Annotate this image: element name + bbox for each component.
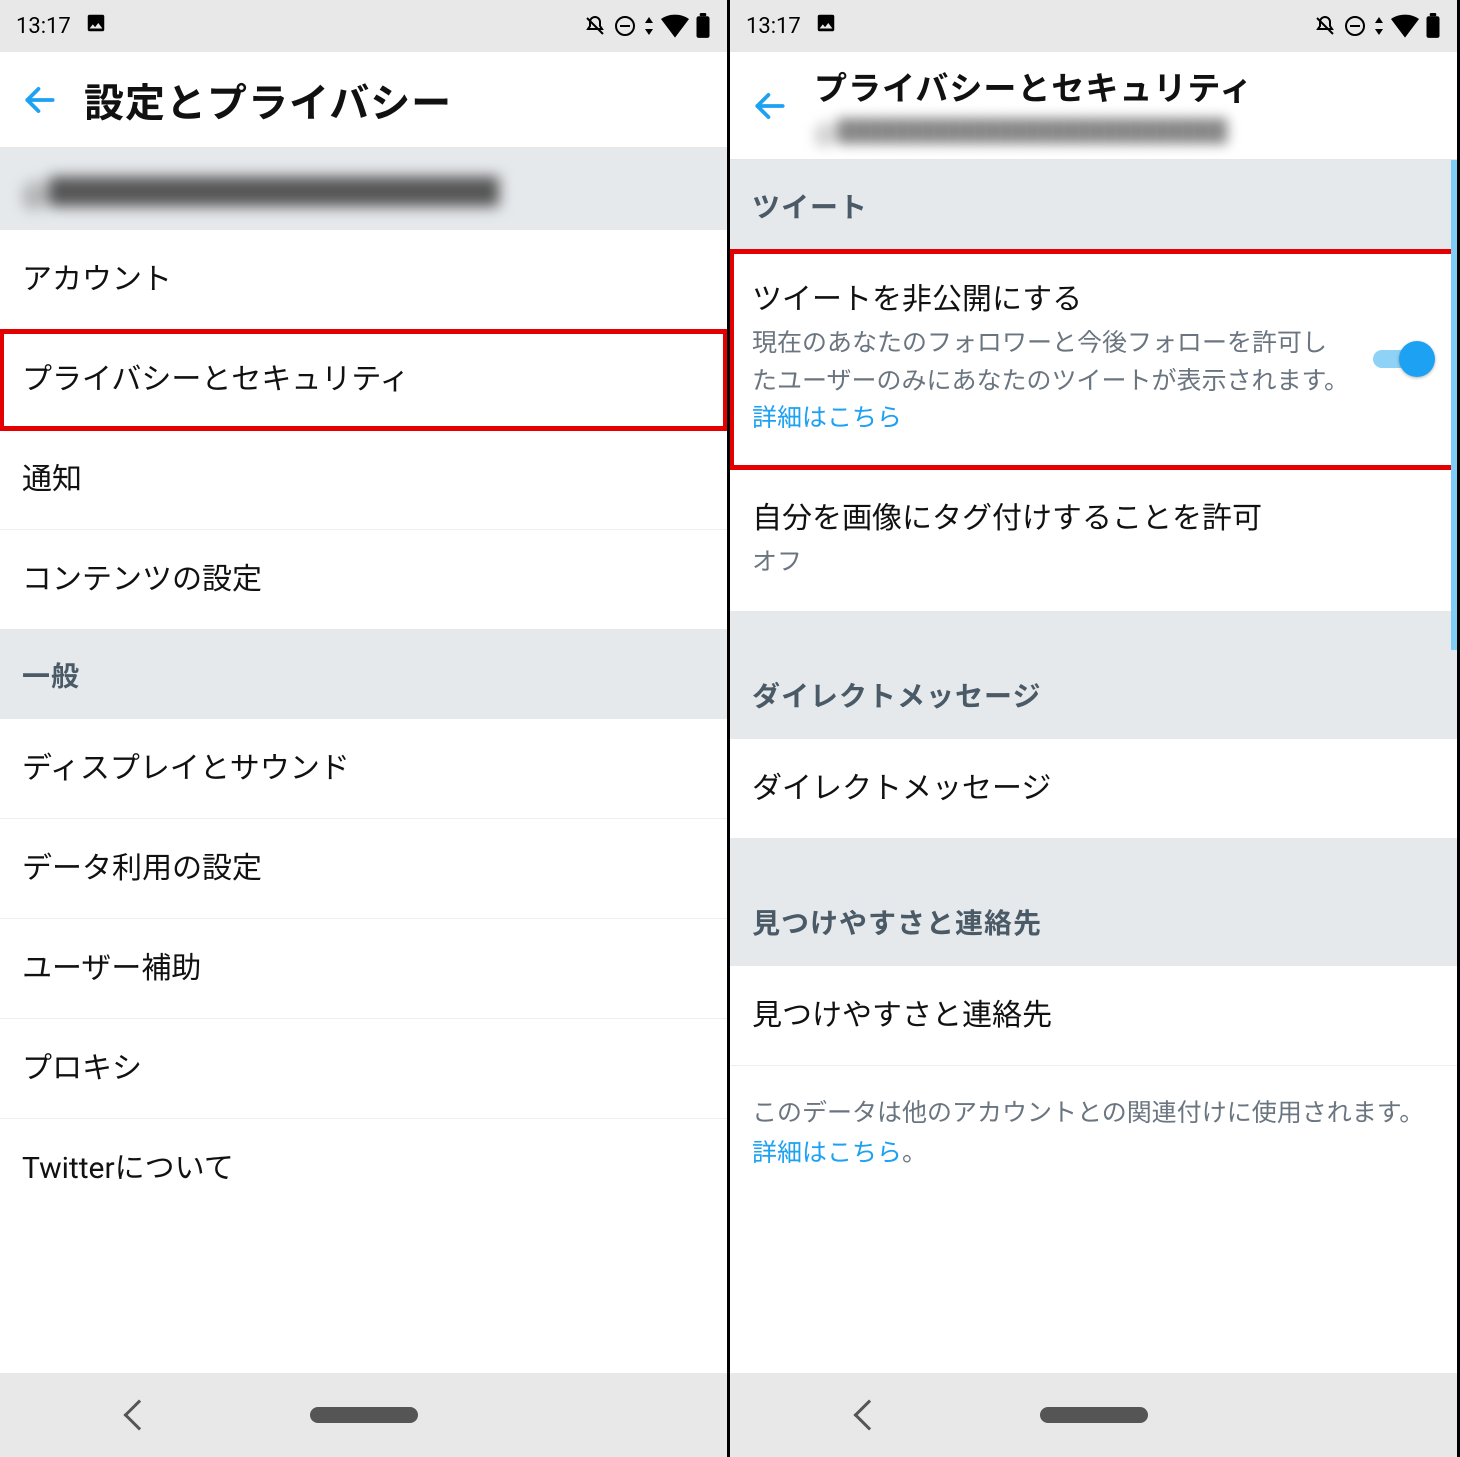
battery-icon	[1425, 13, 1441, 39]
back-arrow-icon	[751, 87, 789, 125]
protect-tweets-toggle[interactable]	[1369, 341, 1435, 377]
dnd-icon	[613, 14, 637, 38]
settings-item-data-usage[interactable]: データ利用の設定	[0, 819, 727, 919]
learn-more-link[interactable]: 詳細はこちら	[752, 404, 902, 433]
row-protect-tweets[interactable]: ツイートを非公開にする 現在のあなたのフォロワーと今後フォローを許可したユーザー…	[730, 250, 1457, 469]
settings-item-label: Twitterについて	[22, 1149, 234, 1188]
signal-icon	[1373, 14, 1385, 38]
phone-right: 13:17 プライバシーとセキュリティ @███████████████ ツイー…	[730, 0, 1460, 1457]
mute-icon	[1313, 14, 1337, 38]
wifi-icon	[1391, 14, 1419, 38]
learn-more-link[interactable]: 詳細はこちら	[752, 1139, 902, 1168]
settings-item-label: ディスプレイとサウンド	[22, 749, 350, 788]
dnd-icon	[1343, 14, 1367, 38]
mute-icon	[583, 14, 607, 38]
settings-item-proxy[interactable]: プロキシ	[0, 1019, 727, 1119]
row-subtitle: オフ	[752, 544, 1435, 582]
settings-item-privacy[interactable]: プライバシーとセキュリティ	[0, 330, 727, 430]
note-text: このデータは他のアカウントとの関連付けに使用されます。	[752, 1099, 1424, 1128]
battery-icon	[695, 13, 711, 39]
settings-item-label: プロキシ	[22, 1049, 142, 1088]
privacy-scroll[interactable]: ツイート ツイートを非公開にする 現在のあなたのフォロワーと今後フォローを許可し…	[730, 160, 1457, 1373]
row-direct-messages[interactable]: ダイレクトメッセージ	[730, 739, 1457, 838]
section-header-general: 一般	[0, 629, 727, 719]
nav-back-icon[interactable]	[853, 1399, 884, 1430]
settings-item-label: ユーザー補助	[22, 949, 201, 988]
section-header-discover: 見つけやすさと連絡先	[730, 882, 1457, 966]
row-subtitle-text: 現在のあなたのフォロワーと今後フォローを許可したユーザーのみにあなたのツイートが…	[752, 329, 1349, 396]
settings-item-notifications[interactable]: 通知	[0, 430, 727, 530]
account-handle: @███████████████	[22, 168, 705, 212]
signal-icon	[643, 14, 655, 38]
settings-item-accessibility[interactable]: ユーザー補助	[0, 919, 727, 1019]
section-header-dm: ダイレクトメッセージ	[730, 655, 1457, 739]
row-subtitle: 現在のあなたのフォロワーと今後フォローを許可したユーザーのみにあなたのツイートが…	[752, 325, 1349, 438]
page-subtitle: @███████████████	[814, 112, 1253, 149]
status-bar: 13:17	[730, 0, 1457, 52]
row-title: ダイレクトメッセージ	[752, 769, 1051, 808]
app-bar: プライバシーとセキュリティ @███████████████	[730, 52, 1457, 160]
settings-item-label: プライバシーとセキュリティ	[22, 360, 410, 399]
nav-home-pill[interactable]	[1040, 1407, 1148, 1423]
settings-item-account[interactable]: アカウント	[0, 230, 727, 330]
phone-left: 13:17 設定とプライバシー @███████████████ アカウント プ…	[0, 0, 730, 1457]
back-button[interactable]	[18, 78, 62, 122]
app-bar: 設定とプライバシー	[0, 52, 727, 148]
toggle-thumb	[1399, 341, 1435, 377]
row-discoverability[interactable]: 見つけやすさと連絡先	[730, 966, 1457, 1066]
status-time: 13:17	[16, 14, 71, 39]
note-text-post: 。	[902, 1139, 927, 1168]
section-header-tweet: ツイート	[730, 160, 1457, 250]
page-title: プライバシーとセキュリティ	[814, 62, 1253, 110]
settings-scroll[interactable]: @███████████████ アカウント プライバシーとセキュリティ 通知 …	[0, 148, 727, 1373]
settings-item-label: コンテンツの設定	[22, 560, 262, 599]
settings-item-label: 通知	[22, 460, 82, 499]
gallery-icon	[85, 12, 107, 40]
section-gap	[730, 838, 1457, 882]
scroll-edge-indicator	[1451, 160, 1457, 650]
page-title: 設定とプライバシー	[84, 71, 452, 129]
settings-item-content[interactable]: コンテンツの設定	[0, 530, 727, 629]
discover-note: このデータは他のアカウントとの関連付けに使用されます。詳細はこちら。	[730, 1066, 1457, 1214]
settings-item-label: データ利用の設定	[22, 849, 262, 888]
row-photo-tagging[interactable]: 自分を画像にタグ付けすることを許可 オフ	[730, 469, 1457, 612]
row-title: 見つけやすさと連絡先	[752, 996, 1052, 1035]
settings-item-about[interactable]: Twitterについて	[0, 1119, 727, 1218]
status-time: 13:17	[746, 14, 801, 39]
account-handle-header: @███████████████	[0, 148, 727, 230]
android-nav-bar	[0, 1373, 727, 1457]
nav-back-icon[interactable]	[123, 1399, 154, 1430]
wifi-icon	[661, 14, 689, 38]
android-nav-bar	[730, 1373, 1457, 1457]
settings-item-label: アカウント	[22, 260, 172, 299]
nav-home-pill[interactable]	[310, 1407, 418, 1423]
back-arrow-icon	[21, 81, 59, 119]
row-title: ツイートを非公開にする	[752, 280, 1349, 319]
settings-item-display[interactable]: ディスプレイとサウンド	[0, 719, 727, 819]
gallery-icon	[815, 12, 837, 40]
row-title: 自分を画像にタグ付けすることを許可	[752, 499, 1435, 538]
back-button[interactable]	[748, 84, 792, 128]
section-gap	[730, 611, 1457, 655]
status-bar: 13:17	[0, 0, 727, 52]
